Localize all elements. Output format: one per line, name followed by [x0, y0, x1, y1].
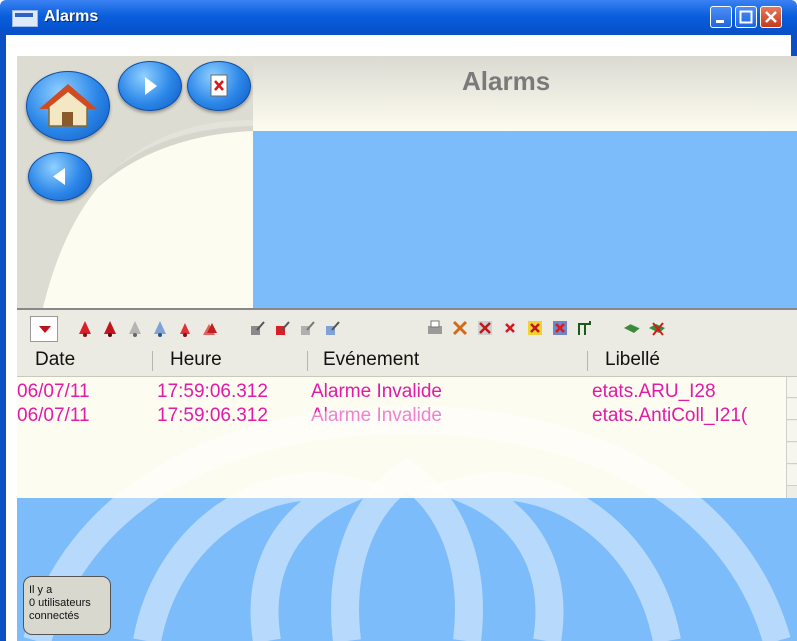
acknowledge-red-icon[interactable]: [273, 318, 293, 338]
bell-stack-icon[interactable]: [200, 318, 220, 338]
close-icon: [765, 11, 777, 23]
close-document-button[interactable]: [187, 61, 251, 111]
bell-red-icon[interactable]: [75, 318, 95, 338]
close-document-icon: [210, 74, 228, 97]
connected-users-status: Il y a 0 utilisateurs connectés: [23, 576, 111, 635]
column-separator[interactable]: [587, 351, 588, 371]
window-app-icon: [12, 10, 38, 27]
column-separator[interactable]: [307, 351, 308, 371]
bell-grey-icon[interactable]: [125, 318, 145, 338]
status-line: connectés: [29, 610, 80, 622]
page-title: Alarms: [462, 66, 551, 96]
maximize-icon: [739, 10, 753, 24]
status-line: Il y a: [29, 584, 53, 596]
printer-icon[interactable]: [425, 318, 445, 338]
acknowledge-blue-icon[interactable]: [323, 318, 343, 338]
alarm-toolbar: [30, 316, 770, 342]
maximize-button[interactable]: [735, 6, 757, 28]
filter-dropdown-button[interactable]: [30, 316, 58, 342]
acknowledge-icon[interactable]: [248, 318, 268, 338]
bell-blue-icon[interactable]: [150, 318, 170, 338]
watermark-logo: [23, 405, 791, 641]
window-frame-left: [0, 35, 6, 641]
back-button[interactable]: [28, 152, 92, 201]
filter-icon[interactable]: [450, 318, 470, 338]
play-back-icon: [53, 168, 65, 185]
delete-filter-icon[interactable]: [475, 318, 495, 338]
play-forward-icon: [145, 77, 157, 95]
handshake-icon[interactable]: [622, 318, 642, 338]
home-icon: [39, 84, 97, 127]
info-panel: [253, 131, 797, 308]
title-bar[interactable]: [0, 0, 797, 35]
signal-icon[interactable]: [575, 318, 595, 338]
alarm-table-header: Date Heure Evénement Libellé: [17, 345, 797, 377]
cross-filter-icon[interactable]: [500, 318, 520, 338]
window-title: Alarms: [44, 8, 99, 25]
column-header-evenement[interactable]: Evénement: [323, 349, 419, 371]
column-header-libelle[interactable]: Libellé: [605, 349, 660, 371]
column-separator[interactable]: [152, 351, 153, 371]
acknowledge-grey-icon[interactable]: [298, 318, 318, 338]
bell-red-2-icon[interactable]: [100, 318, 120, 338]
minimize-button[interactable]: [710, 6, 732, 28]
column-header-heure[interactable]: Heure: [170, 349, 222, 371]
forward-button[interactable]: [118, 61, 182, 111]
cross-yellow-icon[interactable]: [525, 318, 545, 338]
column-header-date[interactable]: Date: [35, 349, 75, 371]
status-line: 0 utilisateurs: [29, 597, 91, 609]
bell-red-small-icon[interactable]: [175, 318, 195, 338]
cross-box-icon[interactable]: [550, 318, 570, 338]
handshake-cross-icon[interactable]: [647, 318, 667, 338]
close-window-button[interactable]: [760, 6, 782, 28]
minimize-icon: [716, 20, 724, 23]
home-button[interactable]: [26, 71, 110, 141]
